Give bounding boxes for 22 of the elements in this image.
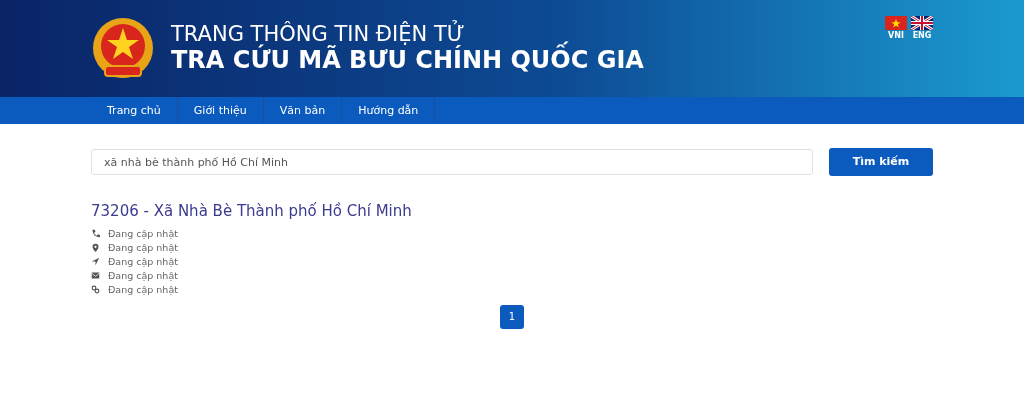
page-button[interactable]: 1 xyxy=(500,304,524,329)
detail-text: Đang cập nhật xyxy=(108,226,178,241)
detail-text: Đang cập nhật xyxy=(108,282,178,297)
search-button[interactable]: Tìm kiếm xyxy=(828,148,933,176)
result-title: 73206 - Xã Nhà Bè Thành phố Hồ Chí Minh xyxy=(91,201,413,222)
flag-icon xyxy=(885,16,907,30)
envelope-icon xyxy=(91,271,100,280)
detail-text: Đang cập nhật xyxy=(108,268,178,283)
detail-text: Đang cập nhật xyxy=(108,254,178,269)
nav-link[interactable]: Giới thiệu xyxy=(177,97,264,124)
link-icon xyxy=(91,285,100,294)
language-link[interactable]: VNI xyxy=(885,16,907,42)
phone-icon xyxy=(91,229,100,238)
nav-link[interactable]: Văn bản xyxy=(263,97,343,124)
nav-link[interactable]: Hướng dẫn xyxy=(342,97,436,124)
navigation-arrow-icon xyxy=(91,257,100,266)
search-field[interactable]: xã nhà bè thành phố Hồ Chí Minh xyxy=(91,149,813,175)
language-link[interactable]: ENG xyxy=(911,16,933,42)
location-pin-icon xyxy=(91,243,100,252)
flag-icon xyxy=(911,16,933,30)
nav-link[interactable]: Trang chủ xyxy=(91,97,178,124)
detail-text: Đang cập nhật xyxy=(108,240,178,255)
